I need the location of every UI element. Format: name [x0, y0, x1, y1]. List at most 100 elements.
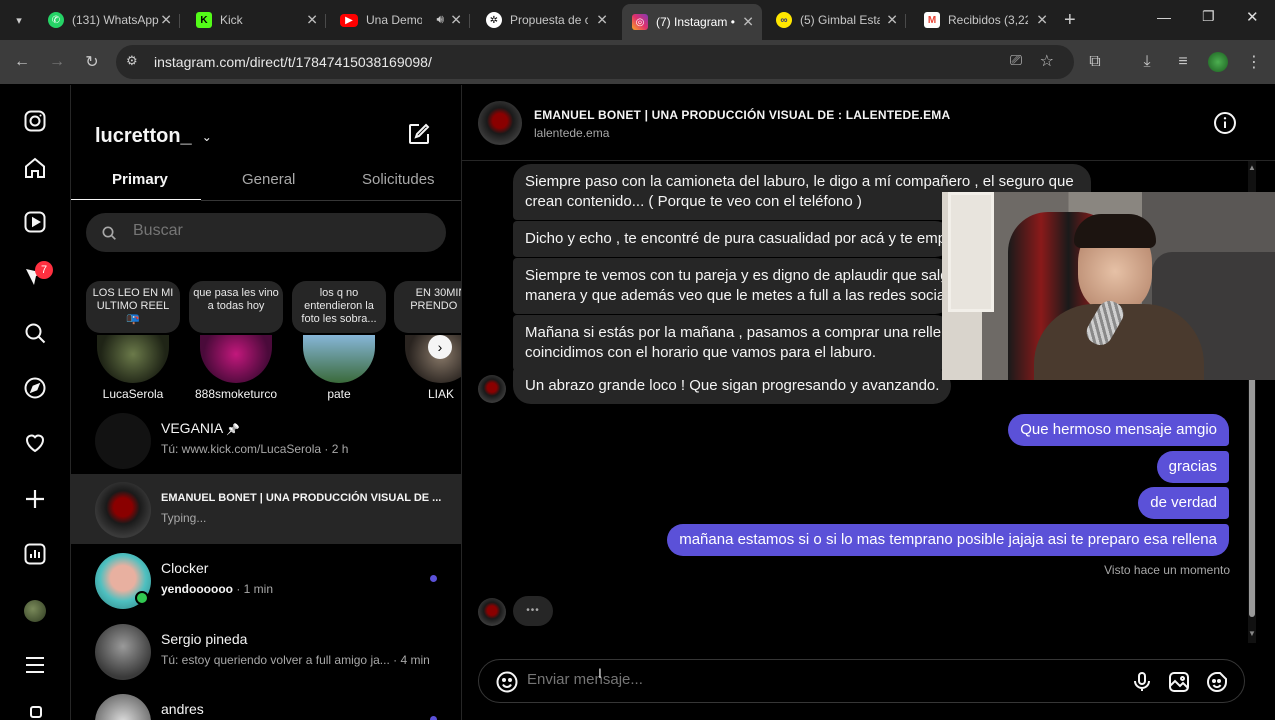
note-bubble[interactable]: LOS LEO EN MI ULTIMO REEL 📭	[86, 281, 180, 333]
profile-avatar[interactable]	[24, 600, 46, 622]
outgoing-message[interactable]: gracias	[1156, 451, 1229, 483]
extensions-icon[interactable]: ⧉	[1084, 51, 1106, 73]
outgoing-message[interactable]: Que hermoso mensaje amgio	[1008, 414, 1229, 446]
reload-icon[interactable]: ↻	[81, 51, 103, 73]
close-icon[interactable]: ✕	[450, 12, 462, 29]
tab-gmail[interactable]: M Recibidos (3,22 ✕	[914, 6, 1056, 34]
tab-title: Propuesta de c	[510, 13, 588, 27]
close-window-button[interactable]: ✕	[1246, 8, 1259, 26]
info-icon[interactable]	[1213, 111, 1237, 135]
tab-youtube[interactable]: ▶ Una Demon 🔊︎ ✕	[330, 6, 470, 34]
search-box[interactable]	[86, 213, 446, 252]
sticker-icon[interactable]	[1205, 670, 1229, 694]
avatar	[95, 482, 151, 538]
address-bar[interactable]: ⚙ instagram.com/direct/t/178474150381690…	[116, 45, 1074, 79]
browser-menu-icon[interactable]: ⋮	[1243, 51, 1265, 73]
profile-avatar[interactable]	[1208, 52, 1228, 72]
dashboard-icon[interactable]	[23, 542, 47, 566]
media-control-icon[interactable]: ≡	[1172, 51, 1194, 73]
outgoing-message[interactable]: de verdad	[1138, 487, 1229, 519]
tab-instagram[interactable]: ◎ (7) Instagram • ✕	[622, 4, 762, 40]
conversation-preview: Tú: www.kick.com/LucaSerola · 2 h	[161, 442, 349, 456]
seen-status: Visto hace un momento	[1104, 563, 1230, 577]
tab-title: (7) Instagram •	[656, 15, 735, 29]
heart-icon[interactable]	[23, 431, 47, 455]
webcam-overlay	[942, 192, 1275, 380]
story-avatar[interactable]	[303, 335, 375, 383]
story-name: pate	[327, 387, 351, 401]
message-text: Siempre te vemos con tu pareja y es dign…	[525, 267, 953, 284]
bookmark-star-icon[interactable]: ☆	[1040, 51, 1054, 71]
audio-playing-icon[interactable]: 🔊︎	[436, 12, 444, 27]
account-switcher[interactable]: lucretton_ ⌄	[95, 125, 212, 148]
tab-mercadolibre[interactable]: ∞ (5) Gimbal Estal ✕	[766, 6, 906, 34]
scroll-down-arrow[interactable]: ▼	[1248, 629, 1256, 638]
conversation-name: andres	[161, 701, 204, 717]
conversation-item[interactable]: Clocker yendoooooo · 1 min	[71, 545, 461, 615]
webcam-person-hair	[1074, 214, 1156, 248]
conversation-item-active[interactable]: EMANUEL BONET | UNA PRODUCCIÓN VISUAL DE…	[71, 474, 461, 544]
explore-icon[interactable]	[23, 376, 47, 400]
incoming-message[interactable]: Dicho y echo , te encontré de pura casua…	[513, 221, 953, 257]
chevron-right-icon[interactable]: ›	[428, 335, 452, 359]
close-icon[interactable]: ✕	[886, 12, 898, 29]
search-icon[interactable]	[23, 321, 47, 345]
avatar	[95, 413, 151, 469]
close-icon[interactable]: ✕	[742, 14, 754, 31]
search-input[interactable]	[133, 222, 423, 240]
sender-avatar	[478, 375, 506, 403]
conversation-item[interactable]: Sergio pineda Tú: estoy queriendo volver…	[71, 616, 461, 686]
new-tab-button[interactable]: +	[1064, 9, 1076, 32]
conversation-item[interactable]: VEGANIA 📌 Tú: www.kick.com/LucaSerola · …	[71, 405, 461, 475]
tab-general[interactable]: General	[242, 171, 295, 188]
chevron-down-icon: ⌄	[201, 129, 212, 144]
threads-icon[interactable]	[30, 706, 42, 718]
scroll-thumb[interactable]	[1249, 377, 1255, 617]
outgoing-message[interactable]: mañana estamos si o si lo mas temprano p…	[667, 524, 1229, 556]
story-avatar[interactable]	[97, 335, 169, 383]
download-icon[interactable]: ⤓	[1136, 51, 1158, 73]
message-text: Mañana si estás por la mañana , pasamos …	[525, 324, 953, 341]
tab-requests[interactable]: Solicitudes	[362, 171, 435, 188]
incoming-message[interactable]: Mañana si estás por la mañana , pasamos …	[513, 315, 953, 371]
incoming-message[interactable]: Un abrazo grande loco ! Que sigan progre…	[513, 368, 952, 404]
instagram-logo-icon[interactable]	[23, 109, 47, 133]
new-message-icon[interactable]	[407, 122, 431, 146]
restore-button[interactable]: ❐	[1202, 8, 1215, 25]
text-cursor-icon: I	[598, 665, 602, 681]
create-plus-icon[interactable]	[23, 487, 47, 511]
story-avatar[interactable]	[200, 335, 272, 383]
microphone-icon[interactable]	[1130, 670, 1154, 694]
close-icon[interactable]: ✕	[596, 12, 608, 29]
reels-icon[interactable]	[23, 210, 47, 234]
close-icon[interactable]: ✕	[1036, 12, 1048, 29]
tab-search-button[interactable]: ▾	[8, 10, 30, 30]
hamburger-menu-icon[interactable]	[23, 653, 47, 677]
install-app-icon[interactable]: ⎚	[1010, 52, 1022, 69]
tab-whatsapp[interactable]: ✆ (131) WhatsApp ✕	[38, 6, 180, 34]
chat-title[interactable]: EMANUEL BONET | UNA PRODUCCIÓN VISUAL DE…	[534, 108, 950, 122]
back-icon[interactable]: ←	[11, 51, 33, 73]
note-bubble[interactable]: EN 30MIN PRENDO 😉	[394, 281, 461, 333]
tab-primary[interactable]: Primary	[112, 171, 168, 188]
tab-kick[interactable]: K Kick ✕	[186, 6, 326, 34]
note-bubble[interactable]: los q no entendieron la foto les sobra..…	[292, 281, 386, 333]
site-info-icon[interactable]: ⚙	[126, 53, 138, 69]
conversation-name: EMANUEL BONET | UNA PRODUCCIÓN VISUAL DE…	[161, 492, 442, 504]
close-icon[interactable]: ✕	[306, 12, 318, 29]
sender-avatar	[478, 598, 506, 626]
minimize-button[interactable]: —	[1157, 9, 1171, 25]
note-bubble[interactable]: que pasa les vino a todas hoy	[189, 281, 283, 333]
forward-icon[interactable]: →	[46, 51, 68, 73]
emoji-icon[interactable]	[495, 670, 519, 694]
home-icon[interactable]	[23, 156, 47, 180]
scroll-up-arrow[interactable]: ▲	[1248, 163, 1256, 172]
tab-chatgpt[interactable]: ✲ Propuesta de c ✕	[476, 6, 616, 34]
conversation-item[interactable]: andres	[71, 686, 461, 720]
incoming-message[interactable]: Siempre te vemos con tu pareja y es dign…	[513, 258, 953, 314]
kick-icon: K	[196, 12, 212, 28]
image-icon[interactable]	[1167, 670, 1191, 694]
message-input[interactable]	[527, 671, 1087, 688]
close-icon[interactable]: ✕	[160, 12, 172, 29]
contact-avatar[interactable]	[478, 101, 522, 145]
